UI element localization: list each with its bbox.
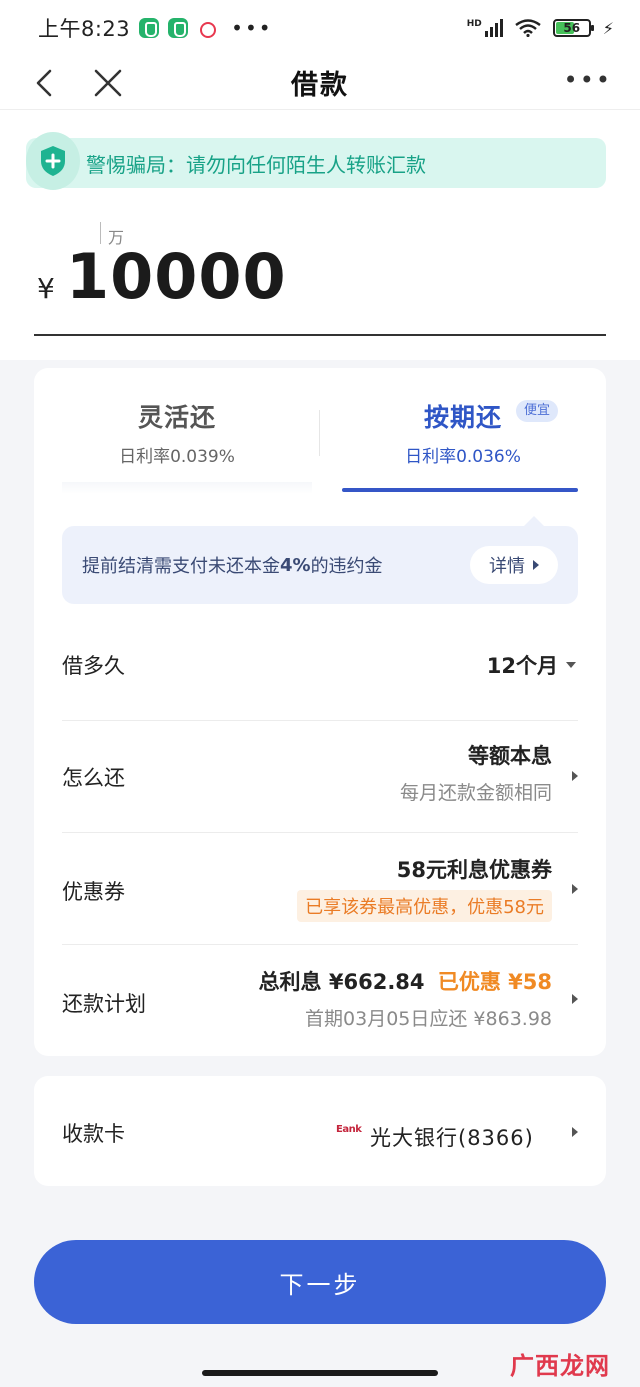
repay-method-sub: 每月还款金额相同 (399, 782, 552, 804)
chevron-down-icon (566, 662, 576, 668)
battery-icon: 56 (552, 19, 594, 37)
more-icon[interactable]: ••• (564, 66, 612, 94)
row-divider (62, 832, 578, 833)
cheap-badge: 便宜 (516, 400, 558, 422)
total-interest: 总利息 ¥662.84 (258, 970, 425, 994)
loan-options-card: 灵活还 日利率0.039% 按期还 日利率0.036% 便宜 提前结清需支付未还… (34, 368, 606, 1056)
navigation-bar: 借款 ••• (0, 56, 640, 110)
next-step-button[interactable]: 下一步 (34, 1240, 606, 1324)
detail-label: 详情 (489, 556, 525, 577)
term-row[interactable]: 借多久 12个月 (62, 638, 578, 692)
amount-input[interactable]: 10000 (66, 240, 287, 313)
notice-text-suffix: 的违约金 (310, 556, 383, 577)
bank-name: 光大银行(8366) (370, 1126, 534, 1150)
coupon-main: 58元利息优惠券 (396, 858, 552, 882)
notice-text-bold: 4% (280, 554, 311, 576)
red-app-icon (197, 18, 218, 38)
row-divider (62, 944, 578, 945)
close-icon[interactable] (92, 64, 124, 102)
charging-bolt-icon: ⚡ (602, 18, 614, 38)
shield-plus-icon (26, 132, 80, 190)
repay-method-row[interactable]: 怎么还 等额本息 每月还款金额相同 (62, 740, 578, 810)
coupon-tag: 已享该券最高优惠，优惠58元 (297, 890, 552, 922)
tab-rate: 日利率0.039% (119, 447, 235, 467)
fraud-warning-text: 警惕骗局：请勿向任何陌生人转账汇款 (86, 152, 426, 177)
detail-button[interactable]: 详情 (470, 546, 558, 584)
row-divider (62, 720, 578, 721)
home-indicator[interactable] (202, 1370, 438, 1376)
back-arrow-icon[interactable] (30, 64, 62, 102)
signal-icon: HD (467, 19, 503, 37)
currency-symbol: ¥ (37, 272, 55, 305)
status-bar: 上午8:23 ••• HD 56 ⚡ (0, 0, 640, 56)
tab-title: 灵活还 (137, 403, 216, 432)
watermark: 广西龙网 (510, 1352, 610, 1380)
amount-underline (34, 334, 606, 336)
shield-app-icon (168, 18, 189, 38)
prepayment-notice: 提前结清需支付未还本金 4% 的违约金 详情 (62, 526, 578, 604)
page-title: 借款 (291, 70, 349, 101)
receive-card-row[interactable]: 收款卡 Eank 光大银行(8366) (34, 1076, 606, 1186)
discount-amount: 已优惠 ¥58 (437, 970, 552, 994)
network-type: HD (466, 19, 482, 29)
chevron-right-icon (572, 994, 578, 1004)
repay-method-label: 怎么还 (62, 766, 125, 790)
receive-card-label: 收款卡 (62, 1122, 125, 1146)
repay-method-main: 等额本息 (468, 744, 552, 768)
shield-app-icon (139, 18, 160, 38)
chevron-right-icon (572, 771, 578, 781)
status-indicators: HD 56 ⚡ (467, 19, 614, 38)
tab-title: 按期还 (423, 403, 502, 432)
coupon-value: 58元利息优惠券 已享该券最高优惠，优惠58元 (297, 854, 552, 922)
repay-plan-label: 还款计划 (62, 992, 146, 1016)
tab-flexible-repay[interactable]: 灵活还 日利率0.039% (34, 398, 320, 467)
tab-scheduled-repay[interactable]: 按期还 日利率0.036% 便宜 (320, 398, 606, 467)
coupon-row[interactable]: 优惠券 58元利息优惠券 已享该券最高优惠，优惠58元 (62, 854, 578, 924)
tab-active-indicator (342, 488, 578, 492)
notice-pointer (524, 516, 544, 526)
caret-right-icon (533, 560, 539, 570)
repay-plan-row[interactable]: 还款计划 总利息 ¥662.84 已优惠 ¥58 首期03月05日应还 ¥863… (62, 966, 578, 1036)
repay-plan-main: 总利息 ¥662.84 已优惠 ¥58 (259, 966, 552, 996)
coupon-label: 优惠券 (62, 880, 125, 904)
status-more-icon: ••• (231, 16, 273, 40)
first-installment: 首期03月05日应还 ¥863.98 (305, 1008, 552, 1030)
repay-method-value: 等额本息 每月还款金额相同 (400, 740, 552, 805)
repay-plan-value: 总利息 ¥662.84 已优惠 ¥58 首期03月05日应还 ¥863.98 (259, 966, 552, 1031)
battery-level: 56 (563, 21, 581, 35)
term-value: 12个月 (486, 654, 558, 678)
status-time: 上午8:23 (38, 17, 131, 41)
term-label: 借多久 (62, 654, 125, 678)
bank-logo-icon: Eank (336, 1124, 362, 1135)
notice-text-prefix: 提前结清需支付未还本金 (82, 556, 280, 577)
tab-left-shade (62, 482, 312, 494)
chevron-right-icon (572, 884, 578, 894)
wifi-icon (515, 19, 541, 37)
chevron-right-icon (572, 1127, 578, 1137)
tab-rate: 日利率0.036% (405, 447, 521, 467)
fraud-warning-banner: 警惕骗局：请勿向任何陌生人转账汇款 (26, 138, 606, 188)
